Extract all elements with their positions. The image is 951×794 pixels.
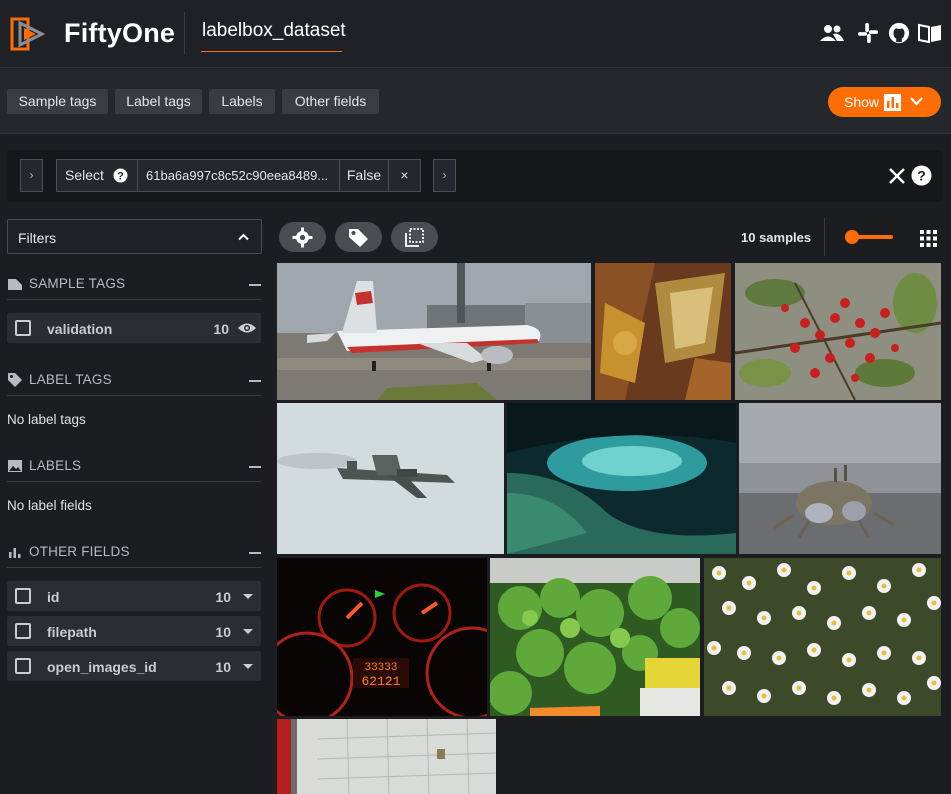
chevron-up-icon [238,233,249,241]
no-label-fields-text: No label fields [7,498,92,513]
view-help-icon[interactable]: ? [911,165,932,186]
sample-tags-title: SAMPLE TAGS [29,276,126,291]
select-patches-button[interactable] [391,222,438,252]
tab-sample-tags[interactable]: Sample tags [7,89,108,114]
clear-view-icon[interactable] [888,167,906,185]
settings-button[interactable] [279,222,326,252]
svg-text:?: ? [917,168,926,184]
filters-label: Filters [18,230,57,246]
sample-tag-count: 10 [213,321,229,337]
expand-caret-icon[interactable] [243,629,253,634]
svg-text:62121: 62121 [361,674,400,689]
docs-icon[interactable] [918,22,942,44]
checkbox[interactable] [15,658,31,674]
sample-tile-dashboard[interactable]: 33333 62121 [277,558,487,716]
sample-tag-name: validation [47,321,113,337]
field-row-open-images-id[interactable]: open_images_id 10 [7,651,261,681]
slack-icon[interactable] [856,22,880,44]
sample-tags-section-header[interactable]: SAMPLE TAGS [7,270,261,300]
show-button[interactable]: Show [828,87,941,117]
tag-icon [8,373,22,387]
checkbox[interactable] [15,320,31,336]
tab-other-fields[interactable]: Other fields [282,89,379,114]
bar-chart-icon [884,94,901,111]
users-icon[interactable] [820,22,844,44]
filters-dropdown[interactable]: Filters [7,219,262,254]
stage-name[interactable]: Select ? [56,159,138,192]
checkbox[interactable] [15,588,31,604]
stage-sample-ids-value[interactable]: 61ba6a997c8c52c90eea8489... [137,159,340,192]
sample-tile-paper[interactable] [277,719,496,794]
sample-tile-red-berries[interactable] [735,263,941,400]
tab-labels[interactable]: Labels [209,89,275,114]
collapse-icon[interactable] [249,284,261,286]
chevron-down-icon [910,97,923,106]
stage-ordered-value[interactable]: False [339,159,389,192]
eye-icon[interactable] [237,322,257,334]
help-icon[interactable]: ? [113,168,128,183]
tag-icon [349,229,368,247]
stage-remove-button[interactable]: × [388,159,421,192]
view-bar-expand-left-button[interactable]: › [20,159,43,192]
field-name: open_images_id [47,659,157,675]
label-tags-title: LABEL TAGS [29,372,112,387]
app-header: FiftyOne labelbox_dataset [0,0,951,68]
label-tags-section-header[interactable]: LABEL TAGS [7,366,261,396]
github-icon[interactable] [887,22,911,44]
show-button-label: Show [844,94,880,110]
tab-label-tags[interactable]: Label tags [115,89,202,114]
no-label-tags-text: No label tags [7,412,86,427]
svg-text:?: ? [117,171,124,183]
dataset-selector[interactable]: labelbox_dataset [202,20,346,42]
gear-icon [292,227,313,248]
field-row-filepath[interactable]: filepath 10 [7,616,261,646]
sample-tile-airplane[interactable] [277,263,591,400]
sample-tile-daisies[interactable] [704,558,941,716]
view-bar-expand-right-button[interactable]: › [433,159,456,192]
fiftyone-logo-icon[interactable] [8,15,46,53]
sample-tile-leafy-greens[interactable] [490,558,700,716]
field-row-id[interactable]: id 10 [7,581,261,611]
bar-chart-icon [9,548,21,558]
patches-icon [405,228,424,247]
collapse-icon[interactable] [249,380,261,382]
field-count: 10 [215,589,231,605]
image-icon [8,460,22,472]
stage-name-label: Select [65,167,104,183]
grid-controls-divider [824,218,825,256]
sample-tile-golden-frame[interactable] [595,263,731,400]
sample-tile-underwater-cave[interactable] [507,403,736,554]
tag-folder-icon [8,279,22,290]
sample-tile-military-jet[interactable] [277,403,504,554]
other-fields-section-header[interactable]: OTHER FIELDS [7,538,261,568]
sample-tile-crab[interactable] [739,403,941,554]
zoom-slider[interactable] [842,229,894,245]
labels-section-header[interactable]: LABELS [7,452,261,482]
collapse-icon[interactable] [249,552,261,554]
collapse-icon[interactable] [249,466,261,468]
tag-button[interactable] [335,222,382,252]
dataset-underline [201,51,342,52]
samples-count: 10 samples [741,230,812,245]
svg-text:33333: 33333 [364,662,397,674]
grid-icon[interactable] [920,230,937,247]
brand-title: FiftyOne [64,18,176,48]
expand-caret-icon[interactable] [243,664,253,669]
field-count: 10 [215,659,231,675]
expand-caret-icon[interactable] [243,594,253,599]
header-divider [184,12,185,54]
other-fields-title: OTHER FIELDS [29,544,130,559]
labels-title: LABELS [29,458,82,473]
checkbox[interactable] [15,623,31,639]
field-name: filepath [47,624,97,640]
sample-tag-row[interactable]: validation 10 [7,313,261,343]
field-name: id [47,589,60,605]
field-count: 10 [215,624,231,640]
